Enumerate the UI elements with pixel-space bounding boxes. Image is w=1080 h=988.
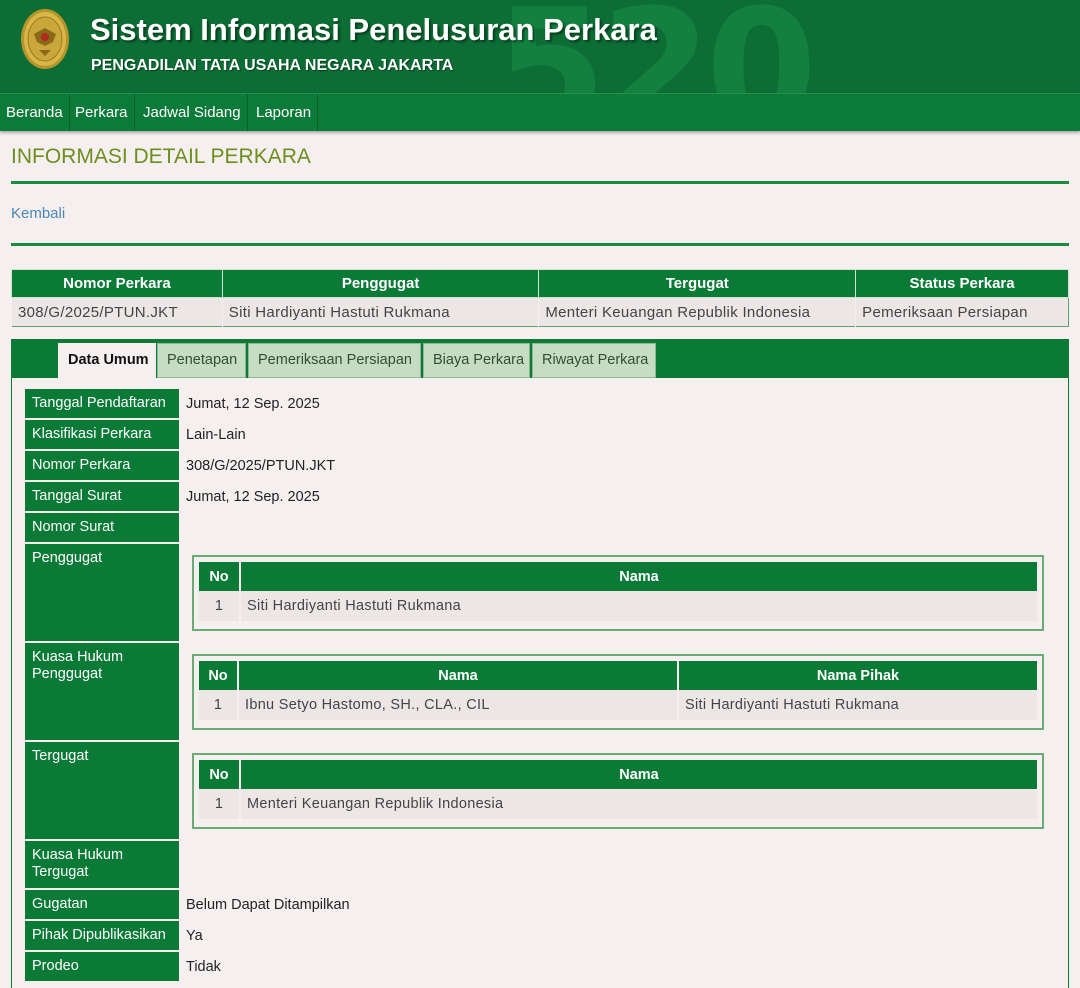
label-line: Tergugat [32, 864, 89, 880]
value-tanggal-surat: Jumat, 12 Sep. 2025 [186, 489, 320, 505]
defendant-cell: Menteri Keuangan Republik Indonesia [538, 297, 856, 327]
value-klasifikasi-perkara: Lain-Lain [186, 427, 246, 443]
tergugat-table: No Nama 1 Menteri Keuangan Republik Indo… [199, 760, 1037, 819]
value-nomor-perkara: 308/G/2025/PTUN.JKT [186, 458, 336, 474]
column-header: Tergugat [538, 269, 857, 298]
case-status-cell: Pemeriksaan Persiapan [855, 297, 1069, 327]
tab-penetapan[interactable]: Penetapan [157, 343, 246, 378]
nav-item-jadwal-sidang[interactable]: Jadwal Sidang [137, 94, 248, 131]
main-nav: Beranda Perkara Jadwal Sidang Laporan [0, 93, 1080, 131]
table-row: 308/G/2025/PTUN.JKT Siti Hardiyanti Hast… [11, 297, 1069, 327]
label-tanggal-surat: Tanggal Surat [25, 482, 179, 511]
tergugat-table-box: No Nama 1 Menteri Keuangan Republik Indo… [192, 753, 1044, 829]
column-header: No [199, 562, 241, 591]
column-header: Nama [240, 562, 1037, 591]
column-header: Nama Pihak [678, 661, 1037, 690]
table-header-row: Nomor Perkara Penggugat Tergugat Status … [11, 269, 1069, 298]
row-number-cell: 1 [199, 591, 241, 621]
row-number-cell: 1 [199, 789, 241, 819]
court-emblem-icon [21, 9, 69, 69]
row-number-cell: 1 [199, 690, 239, 720]
column-header: No [199, 661, 239, 690]
penggugat-table: No Nama 1 Siti Hardiyanti Hastuti Rukman… [199, 562, 1037, 621]
label-nomor-perkara: Nomor Perkara [25, 451, 179, 480]
value-tanggal-pendaftaran: Jumat, 12 Sep. 2025 [186, 396, 320, 412]
party-name-cell: Siti Hardiyanti Hastuti Rukmana [678, 690, 1037, 720]
label-kuasa-hukum-tergugat: Kuasa Hukum Tergugat [25, 841, 179, 888]
tab-riwayat-perkara[interactable]: Riwayat Perkara [532, 343, 656, 378]
label-line: Kuasa Hukum [32, 847, 124, 863]
name-cell: Ibnu Setyo Hastomo, SH., CLA., CIL [238, 690, 679, 720]
tab-data-umum[interactable]: Data Umum [58, 343, 156, 378]
divider [11, 181, 1069, 184]
kuasa-penggugat-table-box: No Nama Nama Pihak 1 Ibnu Setyo Hastomo,… [192, 654, 1044, 730]
column-header: Status Perkara [855, 269, 1069, 298]
case-detail-panel: Data Umum Penetapan Pemeriksaan Persiapa… [11, 339, 1069, 988]
table-row: 1 Ibnu Setyo Hastomo, SH., CLA., CIL Sit… [199, 690, 1037, 720]
kuasa-penggugat-table: No Nama Nama Pihak 1 Ibnu Setyo Hastomo,… [199, 661, 1037, 720]
plaintiff-cell: Siti Hardiyanti Hastuti Rukmana [221, 297, 539, 327]
label-gugatan: Gugatan [25, 890, 179, 919]
nav-item-laporan[interactable]: Laporan [250, 94, 319, 131]
nav-item-beranda[interactable]: Beranda [0, 94, 70, 131]
column-header: Nama [238, 661, 679, 690]
label-tergugat: Tergugat [25, 742, 179, 839]
divider [11, 243, 1069, 246]
site-title: Sistem Informasi Penelusuran Perkara [90, 12, 657, 47]
table-row: 1 Menteri Keuangan Republik Indonesia [199, 789, 1037, 819]
site-subtitle: PENGADILAN TATA USAHA NEGARA JAKARTA [91, 57, 454, 74]
case-summary-table: Nomor Perkara Penggugat Tergugat Status … [11, 269, 1069, 327]
label-line: Kuasa Hukum [32, 649, 124, 665]
name-cell: Siti Hardiyanti Hastuti Rukmana [240, 591, 1037, 621]
value-prodeo: Tidak [186, 959, 221, 975]
site-header: 520 Sistem Informasi Penelusuran Perkara… [0, 0, 1080, 93]
column-header: No [199, 760, 241, 789]
back-link[interactable]: Kembali [11, 205, 65, 222]
label-pihak-dipublikasikan: Pihak Dipublikasikan [25, 921, 179, 950]
value-pihak-dipublikasikan: Ya [186, 928, 203, 944]
table-header-row: No Nama [199, 562, 1037, 591]
table-row: 1 Siti Hardiyanti Hastuti Rukmana [199, 591, 1037, 621]
table-header-row: No Nama [199, 760, 1037, 789]
label-kuasa-hukum-penggugat: Kuasa Hukum Penggugat [25, 643, 179, 740]
label-penggugat: Penggugat [25, 544, 179, 641]
column-header: Nomor Perkara [11, 269, 223, 298]
value-gugatan: Belum Dapat Ditampilkan [186, 897, 350, 913]
label-tanggal-pendaftaran: Tanggal Pendaftaran [25, 389, 179, 418]
label-klasifikasi-perkara: Klasifikasi Perkara [25, 420, 179, 449]
column-header: Penggugat [221, 269, 540, 298]
column-header: Nama [240, 760, 1037, 789]
tab-biaya-perkara[interactable]: Biaya Perkara [423, 343, 530, 378]
label-nomor-surat: Nomor Surat [25, 513, 179, 542]
name-cell: Menteri Keuangan Republik Indonesia [240, 789, 1037, 819]
table-header-row: No Nama Nama Pihak [199, 661, 1037, 690]
page-title: INFORMASI DETAIL PERKARA [11, 145, 311, 168]
case-number-cell: 308/G/2025/PTUN.JKT [11, 297, 223, 327]
label-line: Penggugat [32, 666, 103, 682]
nav-item-perkara[interactable]: Perkara [69, 94, 135, 131]
label-prodeo: Prodeo [25, 952, 179, 981]
tab-pemeriksaan-persiapan[interactable]: Pemeriksaan Persiapan [248, 343, 421, 378]
penggugat-table-box: No Nama 1 Siti Hardiyanti Hastuti Rukman… [192, 555, 1044, 631]
tab-bar: Data Umum Penetapan Pemeriksaan Persiapa… [12, 340, 1068, 378]
